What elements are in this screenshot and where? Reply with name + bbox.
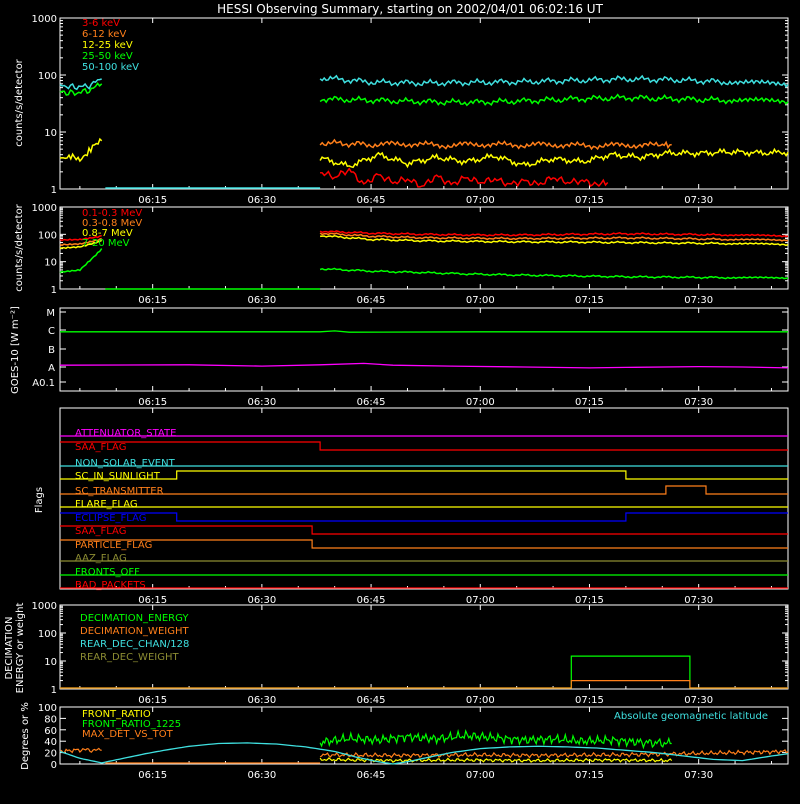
decimation-ylabel: ENERGY or weight <box>15 603 26 694</box>
goes-ytick-label: C <box>48 326 55 337</box>
gamma-ylabel: counts/s/detector <box>14 203 25 291</box>
gamma-xtick-label: 07:30 <box>684 295 713 306</box>
decimation-xtick-label: 06:30 <box>247 695 276 706</box>
decimation-ytick-label: 10 <box>44 657 57 668</box>
decimation-xtick-label: 06:45 <box>357 695 386 706</box>
hi-energy-xtick-label: 07:00 <box>466 195 495 206</box>
goes-xtick-label: 07:15 <box>575 397 604 408</box>
gamma-ytick-label: 10 <box>44 258 57 269</box>
flags-xtick-label: 06:30 <box>247 595 276 606</box>
ratios-xtick-label: 06:45 <box>357 770 386 781</box>
hi-energy-xtick-label: 07:30 <box>684 195 713 206</box>
goes-xtick-label: 06:30 <box>247 397 276 408</box>
figure-canvas: HESSI Observing Summary, starting on 200… <box>0 0 800 800</box>
goes-ylabel: GOES-10 [W m⁻²] <box>10 306 21 394</box>
hi-energy-ylabel: counts/s/detector <box>14 58 25 146</box>
hi-energy-ytick-label: 1000 <box>32 14 57 25</box>
hi-energy-legend-item: 6-12 keV <box>82 29 126 40</box>
gamma-xtick-label: 06:30 <box>247 295 276 306</box>
hi-energy-xtick-label: 07:15 <box>575 195 604 206</box>
hi-energy-ytick-label: 100 <box>38 71 57 82</box>
ratios-xtick-label: 06:15 <box>138 770 167 781</box>
gamma-xtick-label: 07:15 <box>575 295 604 306</box>
decimation-legend-item: REAR_DEC_WEIGHT <box>80 652 179 663</box>
ratios-ytick-label: 20 <box>44 749 57 760</box>
hi-energy-xtick-label: 06:15 <box>138 195 167 206</box>
goes-xtick-label: 07:30 <box>684 397 713 408</box>
flag-label: AAZ_FLAG <box>75 553 127 564</box>
ratios-ytick-label: 80 <box>44 714 57 725</box>
gamma-xtick-label: 06:45 <box>357 295 386 306</box>
goes-xtick-label: 06:15 <box>138 397 167 408</box>
figure-title: HESSI Observing Summary, starting on 200… <box>217 2 603 16</box>
flag-label: FLARE_FLAG <box>75 499 138 510</box>
ratios-xtick-label: 06:30 <box>247 770 276 781</box>
hessi-summary-figure: HESSI Observing Summary, starting on 200… <box>0 0 800 800</box>
hi-energy-legend-item: 50-100 keV <box>82 62 139 73</box>
goes-ytick-label: B <box>48 345 55 356</box>
goes-xtick-label: 06:45 <box>357 397 386 408</box>
ratios-ylabel: Degrees or % <box>20 702 31 770</box>
decimation-legend-item: REAR_DEC_CHAN/128 <box>80 639 189 650</box>
gamma-ytick-label: 100 <box>38 230 57 241</box>
flag-label: ECLIPSE_FLAG <box>75 513 146 524</box>
gamma-legend-item: 7-20 MeV <box>82 238 130 249</box>
decimation-ytick-label: 100 <box>38 629 57 640</box>
ratios-ytick-label: 100 <box>38 703 57 714</box>
decimation-legend-item: DECIMATION_ENERGY <box>80 613 189 624</box>
flag-label: SAA_FLAG <box>75 442 126 453</box>
ratios-xtick-label: 07:30 <box>684 770 713 781</box>
flags-xtick-label: 07:30 <box>684 595 713 606</box>
goes-ytick-label: A0.1 <box>32 378 55 389</box>
gamma-xtick-label: 06:15 <box>138 295 167 306</box>
ratios-ytick-label: 40 <box>44 737 57 748</box>
goes-ytick-label: M <box>46 308 55 319</box>
flag-label: SC_TRANSMITTER <box>75 486 164 497</box>
decimation-xtick-label: 07:00 <box>466 695 495 706</box>
goes-xtick-label: 07:00 <box>466 397 495 408</box>
gamma-ytick-label: 1000 <box>32 203 57 214</box>
ratios-ytick-label: 60 <box>44 726 57 737</box>
flag-label: NON_SOLAR_EVENT <box>75 458 176 469</box>
decimation-ytick-label: 1000 <box>32 601 57 612</box>
flag-label: SAA_FLAG <box>75 526 126 537</box>
decimation-xtick-label: 07:30 <box>684 695 713 706</box>
hi-energy-legend-item: 25-50 keV <box>82 51 133 62</box>
flag-label: BAD_PACKETS <box>75 580 146 591</box>
gamma-ytick-label: 1 <box>51 285 57 296</box>
ratios-xtick-label: 07:15 <box>575 770 604 781</box>
decimation-ytick-label: 1 <box>51 685 57 696</box>
ratios-ytick-label: 0 <box>51 760 57 771</box>
flags-xtick-label: 06:15 <box>138 595 167 606</box>
hi-energy-xtick-label: 06:30 <box>247 195 276 206</box>
decimation-ylabel: DECIMATION <box>4 616 15 679</box>
hi-energy-xtick-label: 06:45 <box>357 195 386 206</box>
gamma-xtick-label: 07:00 <box>466 295 495 306</box>
flag-label: FRONTS_OFF <box>75 567 140 578</box>
hi-energy-legend-item: 3-6 keV <box>82 18 120 29</box>
ratios-xtick-label: 07:00 <box>466 770 495 781</box>
ratios-legend-item: MAX_DET_VS_TOT <box>82 729 174 740</box>
flag-label: SC_IN_SUNLIGHT <box>75 471 161 482</box>
flag-label: PARTICLE_FLAG <box>75 540 152 551</box>
decimation-xtick-label: 06:15 <box>138 695 167 706</box>
flags-xtick-label: 06:45 <box>357 595 386 606</box>
flag-label: ATTENUATOR_STATE <box>75 428 176 439</box>
decimation-xtick-label: 07:15 <box>575 695 604 706</box>
hi-energy-ytick-label: 10 <box>44 128 57 139</box>
flags-xtick-label: 07:00 <box>466 595 495 606</box>
goes-ytick-label: A <box>48 363 55 374</box>
hi-energy-legend-item: 12-25 keV <box>82 40 133 51</box>
hi-energy-ytick-label: 1 <box>51 185 57 196</box>
decimation-legend-item: DECIMATION_WEIGHT <box>80 626 189 637</box>
flags-ylabel: Flags <box>34 487 45 513</box>
ratios-right-legend: Absolute geomagnetic latitude <box>614 711 768 722</box>
flags-xtick-label: 07:15 <box>575 595 604 606</box>
